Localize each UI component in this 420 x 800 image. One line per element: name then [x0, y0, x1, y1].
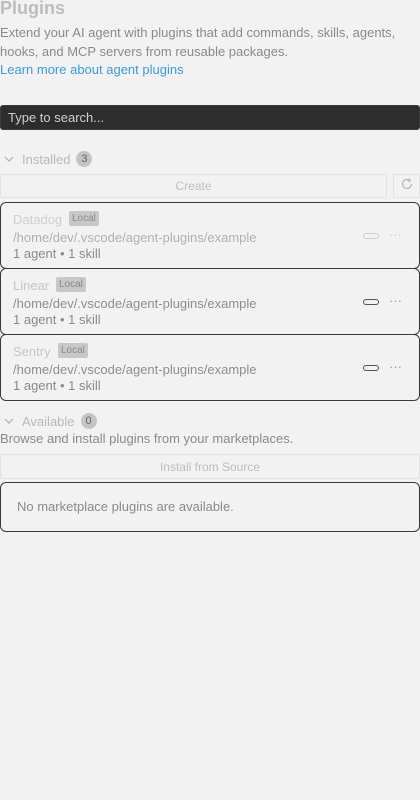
available-section-header[interactable]: Available 0 — [0, 412, 97, 430]
empty-message: No marketplace plugins are available. — [17, 499, 234, 514]
page-description: Extend your AI agent with plugins that a… — [0, 25, 396, 59]
plugin-meta: 1 agent • 1 skill — [13, 312, 101, 327]
available-label: Available — [22, 413, 75, 429]
available-description: Browse and install plugins from your mar… — [0, 431, 294, 446]
available-count-badge: 0 — [80, 413, 97, 429]
local-badge: Local — [69, 211, 99, 226]
page-title: Plugins — [0, 0, 66, 18]
more-horizontal-icon[interactable]: ··· — [389, 227, 402, 242]
refresh-button[interactable] — [393, 174, 420, 198]
refresh-icon — [400, 177, 414, 196]
plugin-name: Sentry — [13, 344, 51, 359]
local-badge: Local — [58, 343, 88, 358]
plugin-name: Linear — [13, 278, 50, 293]
chevron-down-icon — [0, 412, 18, 430]
search-input[interactable] — [1, 106, 419, 129]
installed-count-badge: 3 — [76, 151, 93, 167]
toggle-switch-icon[interactable] — [363, 365, 379, 371]
install-from-source-button[interactable]: Install from Source — [0, 454, 420, 479]
plugin-card-datadog[interactable]: Datadog Local /home/dev/.vscode/agent-pl… — [0, 202, 420, 269]
chevron-down-icon — [0, 150, 18, 168]
toggle-switch-icon[interactable] — [363, 299, 379, 305]
toggle-switch-icon[interactable] — [363, 233, 379, 239]
plugin-meta: 1 agent • 1 skill — [13, 378, 101, 393]
installed-label: Installed — [22, 151, 71, 167]
plugin-card-sentry[interactable]: Sentry Local /home/dev/.vscode/agent-plu… — [0, 334, 420, 401]
empty-marketplace-box: No marketplace plugins are available. — [0, 482, 420, 532]
plugin-meta: 1 agent • 1 skill — [13, 246, 101, 261]
plugin-path: /home/dev/.vscode/agent-plugins/example — [13, 296, 257, 311]
installed-section-header[interactable]: Installed 3 — [0, 150, 93, 168]
local-badge: Local — [56, 277, 86, 292]
plugin-path: /home/dev/.vscode/agent-plugins/example — [13, 230, 257, 245]
more-horizontal-icon[interactable]: ··· — [389, 359, 402, 374]
plugin-card-linear[interactable]: Linear Local /home/dev/.vscode/agent-plu… — [0, 268, 420, 335]
create-button[interactable]: Create — [0, 174, 387, 198]
learn-more-link[interactable]: Learn more about agent plugins — [0, 62, 184, 77]
plugin-path: /home/dev/.vscode/agent-plugins/example — [13, 362, 257, 377]
more-horizontal-icon[interactable]: ··· — [389, 293, 402, 308]
plugin-name: Datadog — [13, 212, 63, 227]
search-box[interactable] — [0, 105, 420, 130]
